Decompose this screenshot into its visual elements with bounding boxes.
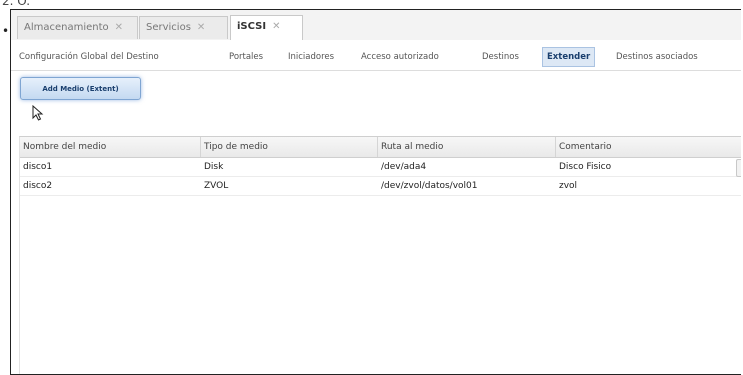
subtab-iniciadores[interactable]: Iniciadores — [288, 48, 334, 66]
subtab-portales[interactable]: Portales — [229, 48, 263, 66]
subtab-destinos-asociados[interactable]: Destinos asociados — [616, 48, 698, 66]
table-header: Nombre del medio Tipo de medio Ruta al m… — [20, 137, 741, 158]
subtab-acceso-autorizado[interactable]: Acceso autorizado — [361, 48, 439, 66]
tab-label: Servicios — [146, 22, 191, 33]
tab-label: iSCSI — [237, 21, 267, 32]
tab-servicios[interactable]: Servicios ✕ — [139, 16, 228, 39]
cell-comentario: Disco Fisico — [559, 162, 612, 172]
app-window: Almacenamiento ✕ Servicios ✕ iSCSI ✕ Config… — [10, 9, 741, 375]
page-caption: 2. O. — [2, 0, 31, 8]
extents-table: Nombre del medio Tipo de medio Ruta al m… — [19, 136, 741, 374]
cell-tipo: Disk — [204, 162, 224, 172]
column-header-nombre[interactable]: Nombre del medio — [20, 137, 201, 157]
close-icon[interactable]: ✕ — [115, 22, 123, 33]
add-extent-button[interactable]: Add Medio (Extent) — [20, 77, 141, 100]
sub-tab-strip: Configuración Global del Destino Portale… — [11, 40, 741, 71]
cell-tipo: ZVOL — [204, 181, 229, 191]
cell-nombre: disco2 — [23, 181, 53, 191]
mouse-cursor-icon — [32, 104, 44, 125]
cell-comentario: zvol — [559, 181, 578, 191]
main-tab-strip: Almacenamiento ✕ Servicios ✕ iSCSI ✕ — [11, 10, 741, 41]
subtab-destinos[interactable]: Destinos — [482, 48, 519, 66]
cell-nombre: disco1 — [23, 162, 53, 172]
cell-ruta: /dev/zvol/datos/vol01 — [381, 181, 478, 191]
close-icon[interactable]: ✕ — [272, 21, 280, 32]
column-header-tipo[interactable]: Tipo de medio — [201, 137, 378, 157]
table-row[interactable]: disco1 Disk /dev/ada4 Disco Fisico — [20, 158, 741, 177]
tab-iscsi[interactable]: iSCSI ✕ — [230, 15, 303, 40]
column-header-ruta[interactable]: Ruta al medio — [378, 137, 556, 157]
tab-label: Almacenamiento — [24, 22, 109, 33]
column-header-comentario[interactable]: Comentario — [556, 137, 741, 157]
scrollbar-handle[interactable] — [736, 159, 741, 177]
table-row[interactable]: disco2 ZVOL /dev/zvol/datos/vol01 zvol — [20, 177, 741, 196]
list-bullet: • — [2, 24, 10, 38]
close-icon[interactable]: ✕ — [197, 22, 205, 33]
subtab-configuracion-global[interactable]: Configuración Global del Destino — [19, 48, 159, 66]
subtab-extender[interactable]: Extender — [542, 47, 596, 67]
tab-almacenamiento[interactable]: Almacenamiento ✕ — [17, 16, 138, 39]
cell-ruta: /dev/ada4 — [381, 162, 427, 172]
